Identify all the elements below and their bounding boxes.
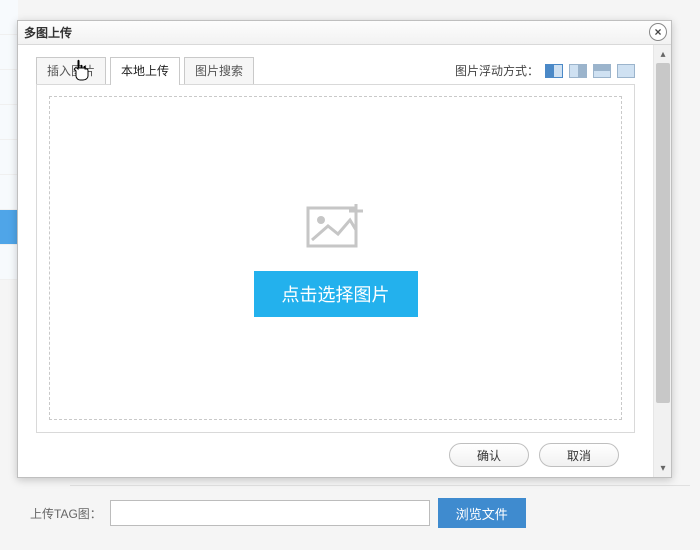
choose-image-button[interactable]: 点击选择图片 [254, 271, 418, 317]
browse-file-button[interactable]: 浏览文件 [438, 498, 526, 528]
float-style-default-icon[interactable] [545, 64, 563, 78]
upload-tag-label: 上传TAG图： [30, 505, 102, 522]
upload-dropzone[interactable]: 点击选择图片 [49, 96, 622, 420]
cancel-button[interactable]: 取消 [539, 443, 619, 467]
float-style-left-icon[interactable] [569, 64, 587, 78]
upload-tag-row: 上传TAG图： 浏览文件 [30, 498, 526, 528]
scrollbar-thumb[interactable] [656, 63, 670, 403]
image-placeholder-icon [306, 200, 366, 253]
float-style-label: 图片浮动方式： [455, 62, 539, 79]
dialog-header: 多图上传 × [18, 21, 671, 45]
dialog-title: 多图上传 [24, 24, 72, 41]
scrollbar-down-icon[interactable]: ▾ [654, 459, 671, 477]
float-style-center-icon[interactable] [617, 64, 635, 78]
tab-image-search[interactable]: 图片搜索 [184, 57, 254, 84]
divider [70, 485, 690, 486]
upload-panel: 点击选择图片 [36, 84, 635, 433]
tab-insert-image[interactable]: 插入图片 [36, 57, 106, 84]
float-style-right-icon[interactable] [593, 64, 611, 78]
multi-upload-dialog: 多图上传 × 插入图片 本地上传 图片搜索 图片浮动方式： [17, 20, 672, 478]
dialog-footer: 确认 取消 [36, 433, 635, 477]
tabs-row: 插入图片 本地上传 图片搜索 图片浮动方式： [36, 57, 635, 85]
close-icon[interactable]: × [649, 23, 667, 41]
upload-tag-input[interactable] [110, 500, 430, 526]
scrollbar-up-icon[interactable]: ▴ [654, 45, 671, 63]
scrollbar[interactable]: ▴ ▾ [653, 45, 671, 477]
ok-button[interactable]: 确认 [449, 443, 529, 467]
tab-local-upload[interactable]: 本地上传 [110, 57, 180, 85]
background-sidebar [0, 0, 18, 550]
